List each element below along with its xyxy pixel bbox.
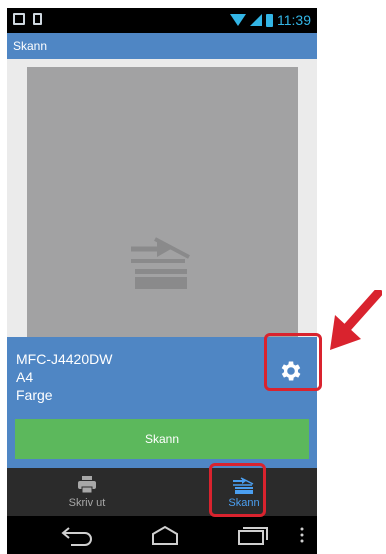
recent-apps-icon[interactable] <box>235 524 271 546</box>
status-time: 11:39 <box>277 12 311 28</box>
scanner-placeholder-icon <box>131 237 190 289</box>
notification-icons <box>13 13 42 25</box>
scan-tab-highlight-frame <box>209 463 266 517</box>
image-notification-icon <box>13 13 25 25</box>
color-mode: Farge <box>16 387 53 403</box>
device-name: MFC-J4420DW <box>16 351 113 367</box>
settings-highlight-frame <box>264 333 322 391</box>
home-icon[interactable] <box>147 524 183 546</box>
battery-icon <box>266 13 273 27</box>
status-indicators: 11:39 <box>230 12 311 28</box>
paper-size: A4 <box>16 369 34 385</box>
printer-icon <box>78 475 96 493</box>
red-arrow-icon <box>330 290 382 350</box>
bottom-navigation: Skriv ut Skann <box>7 468 317 516</box>
tab-print-label: Skriv ut <box>68 496 106 509</box>
scan-preview-area <box>27 67 298 367</box>
tab-print[interactable]: Skriv ut <box>57 468 117 516</box>
overflow-menu-icon[interactable] <box>297 524 307 546</box>
page-title: Skann <box>13 39 48 53</box>
title-bar: Skann <box>7 33 317 59</box>
back-icon[interactable] <box>59 524 95 546</box>
signal-icon <box>250 14 262 26</box>
system-navigation-bar <box>7 516 317 554</box>
scan-button[interactable]: Skann <box>15 419 309 459</box>
phone-notification-icon <box>33 13 42 25</box>
status-bar: 11:39 <box>7 8 317 33</box>
phone-screen: 11:39 Skann MFC-J4420DW A4 Farge Skann S… <box>7 8 317 554</box>
wifi-icon <box>230 14 246 26</box>
